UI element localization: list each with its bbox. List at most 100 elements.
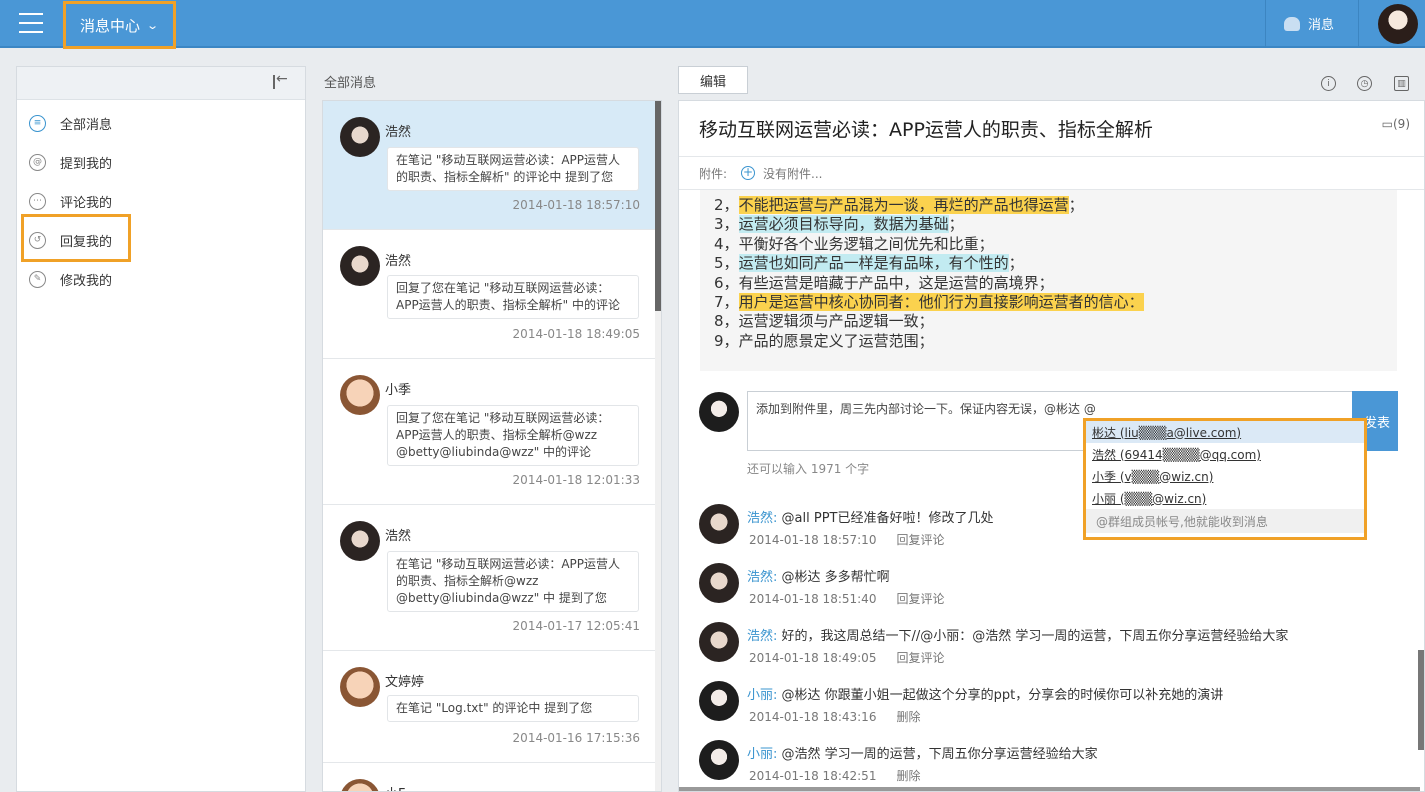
sidebar-item-comments[interactable]: ⋯ 评论我的 — [29, 186, 112, 216]
mention-option[interactable]: 小丽 (▒▒▒@wiz.cn) — [1086, 487, 1364, 509]
message-icon — [1284, 16, 1300, 31]
message-item[interactable]: 浩然 在笔记 "移动互联网运营必读：APP运营人的职责、指标全解析@wzz @b… — [323, 505, 656, 651]
scroll-thumb[interactable] — [1418, 650, 1424, 750]
message-text: 回复了您在笔记 "移动互联网运营必读：APP运营人的职责、指标全解析@wzz @… — [387, 405, 639, 466]
comment-time: 2014-01-18 18:43:16 — [749, 710, 877, 724]
left-sidebar: ≡ 全部消息 @ 提到我的 ⋯ 评论我的 ↺ 回复我的 ✎ 修改我的 — [16, 66, 306, 792]
history-icon[interactable]: ◷ — [1357, 76, 1372, 91]
comment-time: 2014-01-18 18:51:40 — [749, 592, 877, 606]
message-text: 在笔记 "移动互联网运营必读：APP运营人的职责、指标全解析@wzz @bett… — [387, 551, 639, 612]
comment-count-value: (9) — [1393, 117, 1410, 131]
comment-text: 浩然: @all PPT已经准备好啦！修改了几处 — [747, 511, 994, 526]
avatar — [699, 392, 739, 432]
message-text: 回复了您在笔记 "移动互联网运营必读：APP运营人的职责、指标全解析" 中的评论 — [387, 275, 639, 319]
commenter-name: 浩然: — [747, 629, 778, 644]
chevron-down-icon: ⌄ — [146, 18, 160, 32]
avatar — [340, 117, 380, 157]
message-list: 浩然 在笔记 "移动互联网运营必读：APP运营人的职责、指标全解析" 的评论中 … — [322, 100, 662, 792]
list-scrollbar[interactable] — [655, 101, 661, 791]
delete-comment-link[interactable]: 删除 — [896, 769, 920, 783]
comment-count[interactable]: ▭(9) — [1382, 117, 1410, 131]
note-line: 3，运营必须目标导向，数据为基础； — [714, 215, 964, 234]
reply-icon: ↺ — [29, 231, 46, 249]
sidebar-item-mentions[interactable]: @ 提到我的 — [29, 147, 112, 177]
comment-text: 小丽: @浩然 学习一周的运营，下周五你分享运营经验给大家 — [747, 747, 1098, 762]
sidebar-item-edits[interactable]: ✎ 修改我的 — [29, 264, 112, 294]
sidebar-item-replies[interactable]: ↺ 回复我的 — [29, 225, 112, 255]
message-time: 2014-01-18 18:57:10 — [512, 198, 640, 212]
edit-icon: ✎ — [29, 270, 46, 288]
note-pane: 移动互联网运营必读：APP运营人的职责、指标全解析 ▭(9) 附件: + 没有附… — [678, 100, 1425, 792]
mention-hint: @群组成员帐号,他就能收到消息 — [1086, 509, 1364, 533]
sender-name: 文婷婷 — [385, 675, 425, 690]
list-icon: ≡ — [29, 114, 46, 132]
horizontal-scrollbar[interactable] — [679, 787, 1420, 791]
comment-time: 2014-01-18 18:49:05 — [749, 651, 877, 665]
add-attachment-icon[interactable]: + — [741, 166, 756, 180]
message-item[interactable]: 浩然 在笔记 "移动互联网运营必读：APP运营人的职责、指标全解析" 的评论中 … — [323, 101, 656, 230]
at-icon: @ — [29, 153, 46, 171]
message-time: 2014-01-16 17:15:36 — [512, 731, 640, 745]
note-line: 4，平衡好各个业务逻辑之间优先和比重； — [714, 234, 994, 253]
message-center-dropdown[interactable]: 消息中心 ⌄ — [63, 1, 176, 49]
comment-icon: ▭ — [1381, 117, 1393, 131]
note-line: 9，产品的愿景定义了运营范围； — [714, 331, 934, 350]
avatar — [340, 779, 380, 791]
collapse-sidebar-icon[interactable] — [273, 71, 289, 89]
comment-meta: 2014-01-18 18:49:05 回复评论 — [749, 649, 944, 666]
avatar — [699, 504, 739, 544]
comment-meta: 2014-01-18 18:57:10 回复评论 — [749, 531, 944, 548]
attachment-row: 附件: + 没有附件... — [679, 156, 1424, 190]
comment-meta: 2014-01-18 18:43:16 删除 — [749, 708, 920, 725]
avatar — [699, 622, 739, 662]
user-avatar[interactable] — [1378, 4, 1418, 44]
trash-icon[interactable]: ▥ — [1394, 76, 1409, 91]
message-time: 2014-01-18 18:49:05 — [512, 327, 640, 341]
mention-option[interactable]: 浩然 (69414▒▒▒▒@qq.com) — [1086, 443, 1364, 465]
comment-meta: 2014-01-18 18:51:40 回复评论 — [749, 590, 944, 607]
message-item[interactable]: 小季 回复了您在笔记 "移动互联网运营必读：APP运营人的职责、指标全解析@wz… — [323, 359, 656, 505]
reply-comment-link[interactable]: 回复评论 — [896, 592, 944, 606]
sender-name: 浩然 — [385, 529, 412, 544]
menu-icon[interactable] — [19, 13, 43, 33]
note-line: 7，用户是运营中核心协同者：他们行为直接影响运营者的信心： — [714, 293, 1144, 312]
messages-label: 消息 — [1308, 18, 1335, 33]
page-title: 消息中心 — [80, 16, 141, 35]
message-text: 在笔记 "Log.txt" 的评论中 提到了您 — [387, 695, 639, 722]
reply-comment-link[interactable]: 回复评论 — [896, 651, 944, 665]
message-text: 在笔记 "移动互联网运营必读：APP运营人的职责、指标全解析" 的评论中 提到了… — [387, 147, 639, 191]
comment-text: 浩然: 好的，我这周总结一下//@小丽：@浩然 学习一周的运营，下周五你分享运营… — [747, 629, 1289, 644]
avatar — [340, 246, 380, 286]
note-line: 5，运营也如同产品一样是有品味，有个性的； — [714, 254, 1024, 273]
note-scrollbar[interactable] — [1418, 190, 1424, 790]
mention-option[interactable]: 小季 (v▒▒▒@wiz.cn) — [1086, 465, 1364, 487]
top-bar: 消息中心 ⌄ 消息 — [0, 0, 1425, 49]
avatar — [699, 563, 739, 603]
message-item[interactable]: 小F — [323, 763, 656, 791]
message-item[interactable]: 文婷婷 在笔记 "Log.txt" 的评论中 提到了您 2014-01-16 1… — [323, 651, 656, 763]
avatar — [699, 681, 739, 721]
scroll-thumb[interactable] — [655, 101, 661, 311]
sender-name: 小季 — [385, 383, 412, 398]
no-attachment-text: 没有附件... — [763, 166, 823, 181]
note-title: 移动互联网运营必读：APP运营人的职责、指标全解析 — [699, 119, 1153, 141]
comment-icon: ⋯ — [29, 192, 46, 210]
messages-button[interactable]: 消息 — [1284, 14, 1334, 33]
message-time: 2014-01-17 12:05:41 — [512, 619, 640, 633]
reply-comment-link[interactable]: 回复评论 — [896, 533, 944, 547]
attachment-label: 附件: — [699, 166, 728, 181]
sidebar-item-all[interactable]: ≡ 全部消息 — [29, 108, 112, 138]
edit-button[interactable]: 编辑 — [678, 66, 748, 94]
info-icon[interactable]: i — [1321, 76, 1336, 91]
message-item[interactable]: 浩然 回复了您在笔记 "移动互联网运营必读：APP运营人的职责、指标全解析" 中… — [323, 230, 656, 359]
note-content: 2，不能把运营与产品混为一谈，再烂的产品也得运营； 3，运营必须目标导向，数据为… — [700, 190, 1397, 371]
char-count: 还可以输入 1971 个字 — [747, 462, 870, 476]
delete-comment-link[interactable]: 删除 — [896, 710, 920, 724]
sidebar-item-label: 评论我的 — [60, 195, 113, 211]
commenter-name: 浩然: — [747, 570, 778, 585]
mention-option[interactable]: 彬达 (liu▒▒▒a@live.com) — [1086, 421, 1364, 443]
avatar — [340, 521, 380, 561]
sidebar-item-label: 修改我的 — [60, 273, 113, 289]
sender-name: 浩然 — [385, 125, 412, 140]
mention-dropdown: 彬达 (liu▒▒▒a@live.com) 浩然 (69414▒▒▒▒@qq.c… — [1083, 418, 1367, 540]
